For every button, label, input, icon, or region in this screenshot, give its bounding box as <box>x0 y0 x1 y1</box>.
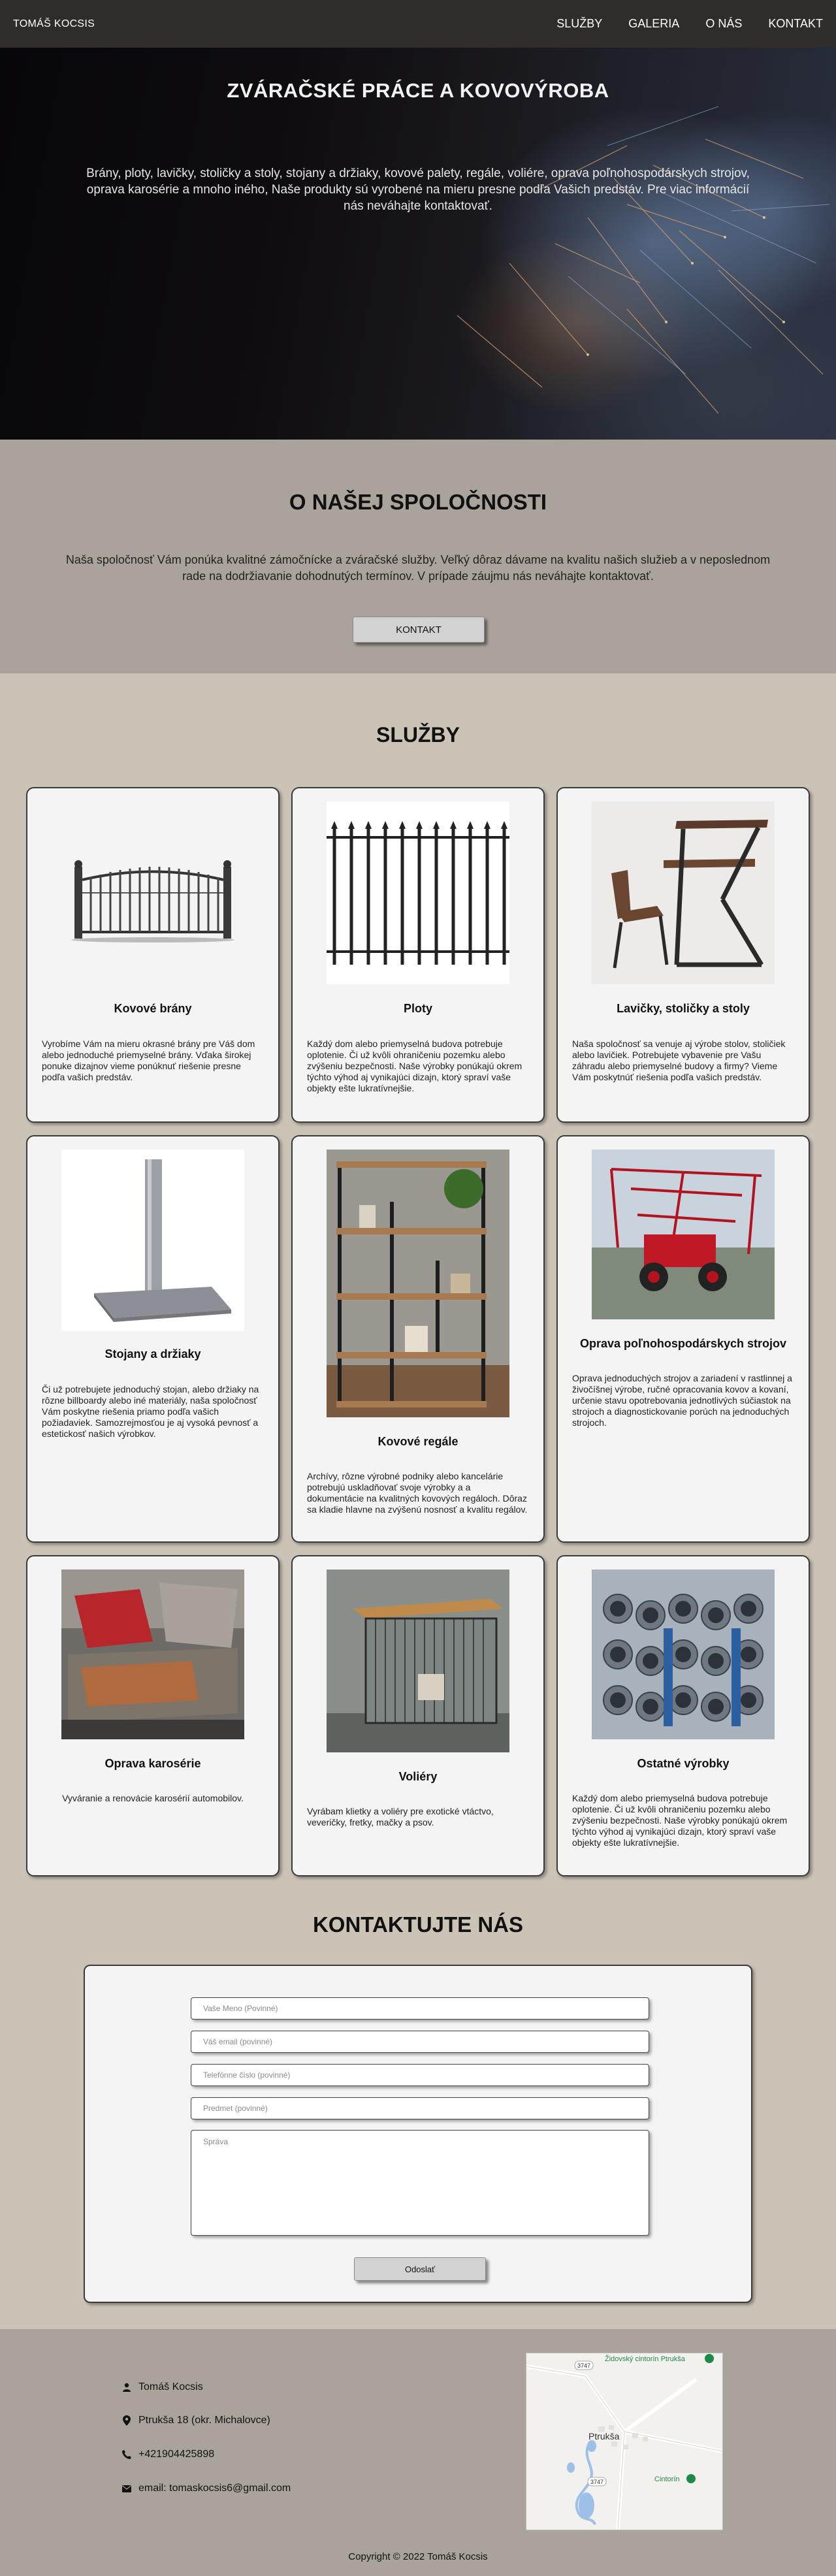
card-title: Ploty <box>403 1002 432 1015</box>
footer-phone[interactable]: +421904425898 <box>138 2449 214 2460</box>
map-label-jewish-cemetery: Židovský cintorín Ptrukša <box>605 2355 686 2363</box>
location-pin-icon <box>121 2415 132 2426</box>
footer-phone-row: +421904425898 <box>121 2449 214 2460</box>
contact-title: KONTAKTUJTE NÁS <box>312 1912 524 1937</box>
about-title: O NAŠEJ SPOLOČNOSTI <box>289 490 547 514</box>
card-text: Archívy, rôzne výrobné podniky alebo kan… <box>307 1471 528 1515</box>
card-title: Voliéry <box>398 1770 438 1783</box>
car-body-image <box>61 1570 244 1739</box>
card-title: Kovové regále <box>378 1435 458 1448</box>
hero-description: Brány, ploty, lavičky, stoličky a stoly,… <box>86 167 750 213</box>
nav-item-sluzby[interactable]: SLUŽBY <box>556 17 602 31</box>
about-text: Naša spoločnosť Vám ponúka kvalitné zámo… <box>65 553 771 583</box>
footer-name-row: Tomáš Kocsis <box>121 2381 203 2393</box>
nav-item-kontakt[interactable]: KONTAKT <box>768 17 823 31</box>
copyright: Copyright © 2022 Tomáš Kocsis <box>348 2551 488 2562</box>
about-section: O NAŠEJ SPOLOČNOSTI Naša spoločnosť Vám … <box>0 440 836 673</box>
fence-image <box>327 801 509 984</box>
subject-input[interactable] <box>191 2097 649 2119</box>
name-input[interactable] <box>191 1997 649 2020</box>
message-textarea[interactable] <box>191 2130 649 2236</box>
footer: Tomáš Kocsis Ptrukša 18 (okr. Michalovce… <box>0 2329 836 2576</box>
footer-address: Ptrukša 18 (okr. Michalovce) <box>138 2415 270 2426</box>
card-title: Kovové brány <box>114 1002 192 1015</box>
gate-image <box>61 801 244 984</box>
envelope-icon <box>121 2483 132 2494</box>
phone-input[interactable] <box>191 2064 649 2086</box>
map-label-town: Ptrukša <box>588 2431 620 2441</box>
card-text: Oprava jednoduchých strojov a zariadení … <box>572 1373 792 1428</box>
card-text: Každý dom alebo priemyselná budova potre… <box>572 1793 788 1848</box>
sprayer-image <box>592 1150 775 1319</box>
email-input[interactable] <box>191 2031 649 2053</box>
service-card-stojany[interactable]: Stojany a držiaky Či už potrebujete jedn… <box>26 1135 280 1543</box>
hero-title: ZVÁRAČSKÉ PRÁCE A KOVOVÝROBA <box>227 79 609 102</box>
card-title: Stojany a držiaky <box>104 1347 201 1360</box>
card-text: Či už potrebujete jednoduchý stojan, ale… <box>42 1384 259 1439</box>
nav-item-galeria[interactable]: GALERIA <box>628 17 679 31</box>
nav-menu: SLUŽBY GALERIA O NÁS KONTAKT <box>556 17 823 31</box>
service-card-oprava-karoserie[interactable]: Oprava karosérie Vyváranie a renovácie k… <box>26 1555 280 1876</box>
service-card-ploty[interactable]: Ploty Každý dom alebo priemyselná budova… <box>291 787 545 1123</box>
service-card-voliery[interactable]: Voliéry Vyrábam klietky a voliéry pre ex… <box>291 1555 545 1876</box>
footer-email[interactable]: email: tomaskocsis6@gmail.com <box>138 2483 291 2494</box>
card-text: Vyváranie a renovácie karosérií automobi… <box>62 1793 244 1803</box>
phone-icon <box>121 2449 132 2460</box>
cemetery-marker-icon <box>705 2354 714 2363</box>
map-road-label-2: 3747 <box>590 2479 603 2485</box>
cemetery-marker-icon-2 <box>686 2474 696 2483</box>
footer-name: Tomáš Kocsis <box>138 2381 203 2392</box>
map-label-cemetery: Cintorín <box>654 2475 680 2483</box>
user-icon <box>121 2382 132 2392</box>
nav-item-o-nas[interactable]: O NÁS <box>705 17 742 31</box>
pipes-image <box>592 1570 775 1739</box>
service-card-oprava-strojov[interactable]: Oprava poľnohospodárskych strojov Oprava… <box>556 1135 810 1543</box>
card-text: Každý dom alebo priemyselná budova potre… <box>307 1038 522 1093</box>
card-title: Oprava poľnohospodárskych strojov <box>579 1337 786 1350</box>
submit-button[interactable]: Odoslať <box>354 2257 486 2281</box>
card-text: Naša spoločnosť sa venuje aj výrobe stol… <box>572 1038 786 1082</box>
contact-button[interactable]: KONTAKT <box>353 617 485 643</box>
contact-form: Odoslať <box>84 1965 752 2303</box>
stand-image <box>61 1150 244 1331</box>
welding-sparks-background <box>457 106 830 414</box>
footer-email-row: email: tomaskocsis6@gmail.com <box>121 2483 291 2494</box>
card-text: Vyrábam klietky a voliéry pre exotické v… <box>307 1806 494 1827</box>
service-card-regale[interactable]: Kovové regále Archívy, rôzne výrobné pod… <box>291 1135 545 1543</box>
service-card-lavicky[interactable]: Lavičky, stoličky a stoly Naša spoločnos… <box>556 787 810 1123</box>
services-title: SLUŽBY <box>376 723 460 747</box>
card-title: Oprava karosérie <box>104 1757 201 1770</box>
navbar: TOMÁŠ KOCSIS SLUŽBY GALERIA O NÁS KONTAK… <box>0 0 836 48</box>
service-card-kovove-brany[interactable]: Kovové brány Vyrobíme Vám na mieru okras… <box>26 787 280 1123</box>
card-text: Vyrobíme Vám na mieru okrasné brány pre … <box>42 1038 255 1082</box>
location-map[interactable]: 3747 3747 Židovský cintorín Ptrukša Ptru… <box>526 2353 723 2530</box>
brand-name[interactable]: TOMÁŠ KOCSIS <box>13 18 95 30</box>
card-title: Ostatné výrobky <box>637 1757 730 1770</box>
aviary-image <box>327 1570 509 1752</box>
shelf-image <box>327 1150 509 1417</box>
hero-section: ZVÁRAČSKÉ PRÁCE A KOVOVÝROBA Brány, plot… <box>0 48 836 440</box>
card-title: Lavičky, stoličky a stoly <box>617 1002 750 1015</box>
footer-address-row: Ptrukša 18 (okr. Michalovce) <box>121 2415 270 2426</box>
service-card-ostatne-vyrobky[interactable]: Ostatné výrobky Každý dom alebo priemyse… <box>556 1555 810 1876</box>
furniture-image <box>592 801 775 984</box>
map-road-label-1: 3747 <box>577 2362 590 2369</box>
